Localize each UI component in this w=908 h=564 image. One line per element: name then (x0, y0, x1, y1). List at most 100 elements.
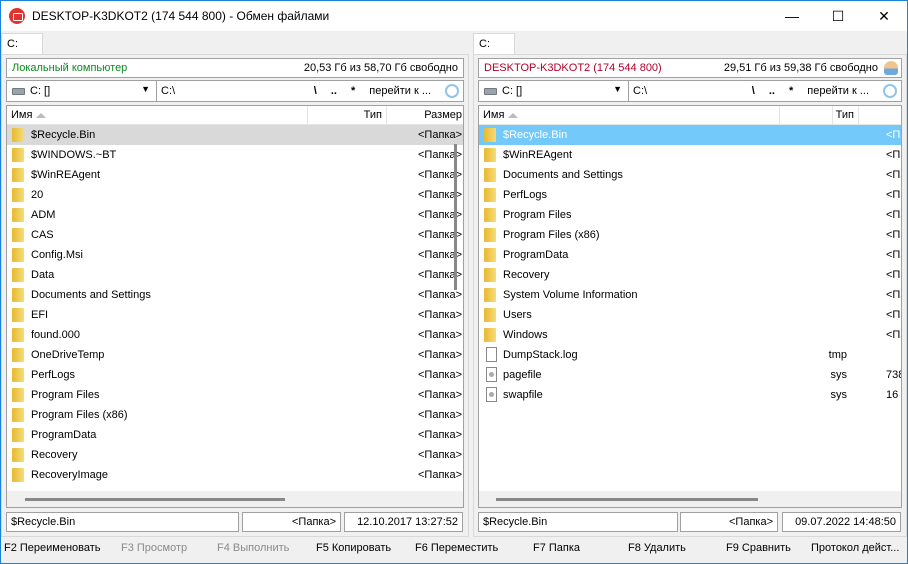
list-item[interactable]: Program Files (x86) <Папка> (7, 405, 463, 425)
fkey-button[interactable]: F7 Папка (533, 542, 580, 554)
list-item[interactable]: Documents and Settings <Папка> (479, 165, 901, 185)
drive-select[interactable]: C: [] ▼ (6, 80, 157, 102)
chevron-down-icon: ▼ (613, 84, 622, 94)
select-all-button[interactable]: * (789, 85, 793, 97)
list-item[interactable]: found.000 <Папка> (7, 325, 463, 345)
close-button[interactable]: ✕ (861, 1, 907, 31)
list-item[interactable]: Program Files <Папка> (7, 385, 463, 405)
list-item[interactable]: ADM <Папка> (7, 205, 463, 225)
free-space: 29,51 Гб из 59,38 Гб свободно (723, 62, 878, 74)
window-title: DESKTOP-K3DKOT2 (174 544 800) - Обмен фа… (32, 9, 330, 23)
list-item[interactable]: Documents and Settings <Папка> (7, 285, 463, 305)
item-size: <Папка> (418, 469, 462, 481)
folder-icon (12, 208, 24, 222)
column-size[interactable]: Размер (387, 106, 463, 125)
path-row: C: [] ▼ C:\ \.. * перейти к ... (478, 80, 902, 102)
horizontal-scrollbar[interactable] (7, 491, 463, 507)
item-size: <Папка> (418, 389, 462, 401)
path-value: C:\ (161, 85, 176, 97)
list-item[interactable]: Windows <Папка> (479, 325, 901, 345)
fkey-button[interactable]: F8 Удалить (628, 542, 686, 554)
item-name: pagefile (503, 369, 542, 381)
list-item[interactable]: $Recycle.Bin <Папка> (7, 125, 463, 145)
list-item[interactable]: Users <Папка> (479, 305, 901, 325)
list-item[interactable]: DumpStack.log tmp (479, 345, 901, 365)
folder-icon (484, 268, 496, 282)
item-size: <Папка> (418, 429, 462, 441)
fkey-button[interactable]: F6 Переместить (415, 542, 498, 554)
list-item[interactable]: PerfLogs <Папка> (7, 365, 463, 385)
drive-tab[interactable]: C: (1, 33, 43, 55)
root-button[interactable]: \ (752, 85, 755, 97)
fkey-button[interactable]: F3 Просмотр (121, 542, 187, 554)
minimize-button[interactable]: — (769, 1, 815, 31)
up-button[interactable]: .. (331, 85, 337, 97)
fkey-button[interactable]: F2 Переименовать (4, 542, 101, 554)
column-type[interactable]: Тип (779, 106, 859, 125)
item-name: Recovery (503, 269, 550, 281)
horizontal-scrollbar[interactable] (479, 491, 901, 507)
chevron-down-icon: ▼ (141, 84, 150, 94)
location-label: Локальный компьютер (12, 62, 128, 74)
path-input[interactable]: C:\ \.. * перейти к ... (629, 80, 902, 102)
list-item[interactable]: System Volume Information <Папка> (479, 285, 901, 305)
status-date: 09.07.2022 14:48:50 (782, 512, 901, 532)
item-name: Data (31, 269, 55, 281)
item-name: $WinREAgent (503, 149, 573, 161)
goto-button[interactable]: перейти к ... (807, 85, 869, 97)
path-input[interactable]: C:\ \.. * перейти к ... (157, 80, 464, 102)
list-item[interactable]: swapfile sys 16 7 (479, 385, 901, 405)
fkey-button[interactable]: F4 Выполнить (217, 542, 289, 554)
list-item[interactable]: PerfLogs <Папка> (479, 185, 901, 205)
drive-select[interactable]: C: [] ▼ (478, 80, 629, 102)
list-item[interactable]: OneDriveTemp <Папка> (7, 345, 463, 365)
list-item[interactable]: Config.Msi <Папка> (7, 245, 463, 265)
root-button[interactable]: \ (314, 85, 317, 97)
list-item[interactable]: Program Files (x86) <Папка> (479, 225, 901, 245)
drive-icon (484, 87, 497, 95)
list-item[interactable]: pagefile sys 738 1 (479, 365, 901, 385)
vertical-scrollbar[interactable] (454, 144, 457, 290)
item-size: <Папка> (886, 289, 901, 301)
file-list[interactable]: Имя Тип Размер $Recycle.Bin <Папка> $WIN… (6, 105, 464, 508)
folder-icon (484, 168, 496, 182)
folder-icon (12, 308, 24, 322)
folder-icon (12, 148, 24, 162)
drive-tab[interactable]: C: (473, 33, 515, 55)
search-icon[interactable] (883, 84, 897, 98)
list-item[interactable]: CAS <Папка> (7, 225, 463, 245)
list-item[interactable]: ProgramData <Папка> (7, 425, 463, 445)
free-space: 20,53 Гб из 58,70 Гб свободно (303, 62, 458, 74)
list-item[interactable]: 20 <Папка> (7, 185, 463, 205)
folder-icon (12, 348, 24, 362)
file-list[interactable]: Имя Тип $Recycle.Bin <Папка> $WinREAgent… (478, 105, 902, 508)
fkey-button[interactable]: F5 Копировать (316, 542, 391, 554)
pane-body: Локальный компьютер 20,53 Гб из 58,70 Гб… (1, 54, 469, 537)
item-size: <Папка> (418, 329, 462, 341)
folder-icon (12, 188, 24, 202)
list-item[interactable]: $WINDOWS.~BT <Папка> (7, 145, 463, 165)
list-item[interactable]: Data <Папка> (7, 265, 463, 285)
list-item[interactable]: Recovery <Папка> (7, 445, 463, 465)
list-item[interactable]: RecoveryImage <Папка> (7, 465, 463, 485)
fkey-button[interactable]: Протокол дейст... (811, 542, 899, 554)
list-item[interactable]: $WinREAgent <Папка> (479, 145, 901, 165)
column-type[interactable]: Тип (307, 106, 387, 125)
list-item[interactable]: Recovery <Папка> (479, 265, 901, 285)
select-all-button[interactable]: * (351, 85, 355, 97)
file-icon (486, 347, 497, 362)
item-size: <Папка> (886, 329, 901, 341)
maximize-button[interactable]: ☐ (815, 1, 861, 31)
column-size[interactable] (859, 106, 901, 125)
list-item[interactable]: $WinREAgent <Папка> (7, 165, 463, 185)
up-button[interactable]: .. (769, 85, 775, 97)
item-size: <Папка> (886, 129, 901, 141)
list-item[interactable]: $Recycle.Bin <Папка> (479, 125, 901, 145)
goto-button[interactable]: перейти к ... (369, 85, 431, 97)
fkey-button[interactable]: F9 Сравнить (726, 542, 791, 554)
list-item[interactable]: Program Files <Папка> (479, 205, 901, 225)
list-item[interactable]: EFI <Папка> (7, 305, 463, 325)
list-item[interactable]: ProgramData <Папка> (479, 245, 901, 265)
item-name: PerfLogs (31, 369, 76, 381)
search-icon[interactable] (445, 84, 459, 98)
